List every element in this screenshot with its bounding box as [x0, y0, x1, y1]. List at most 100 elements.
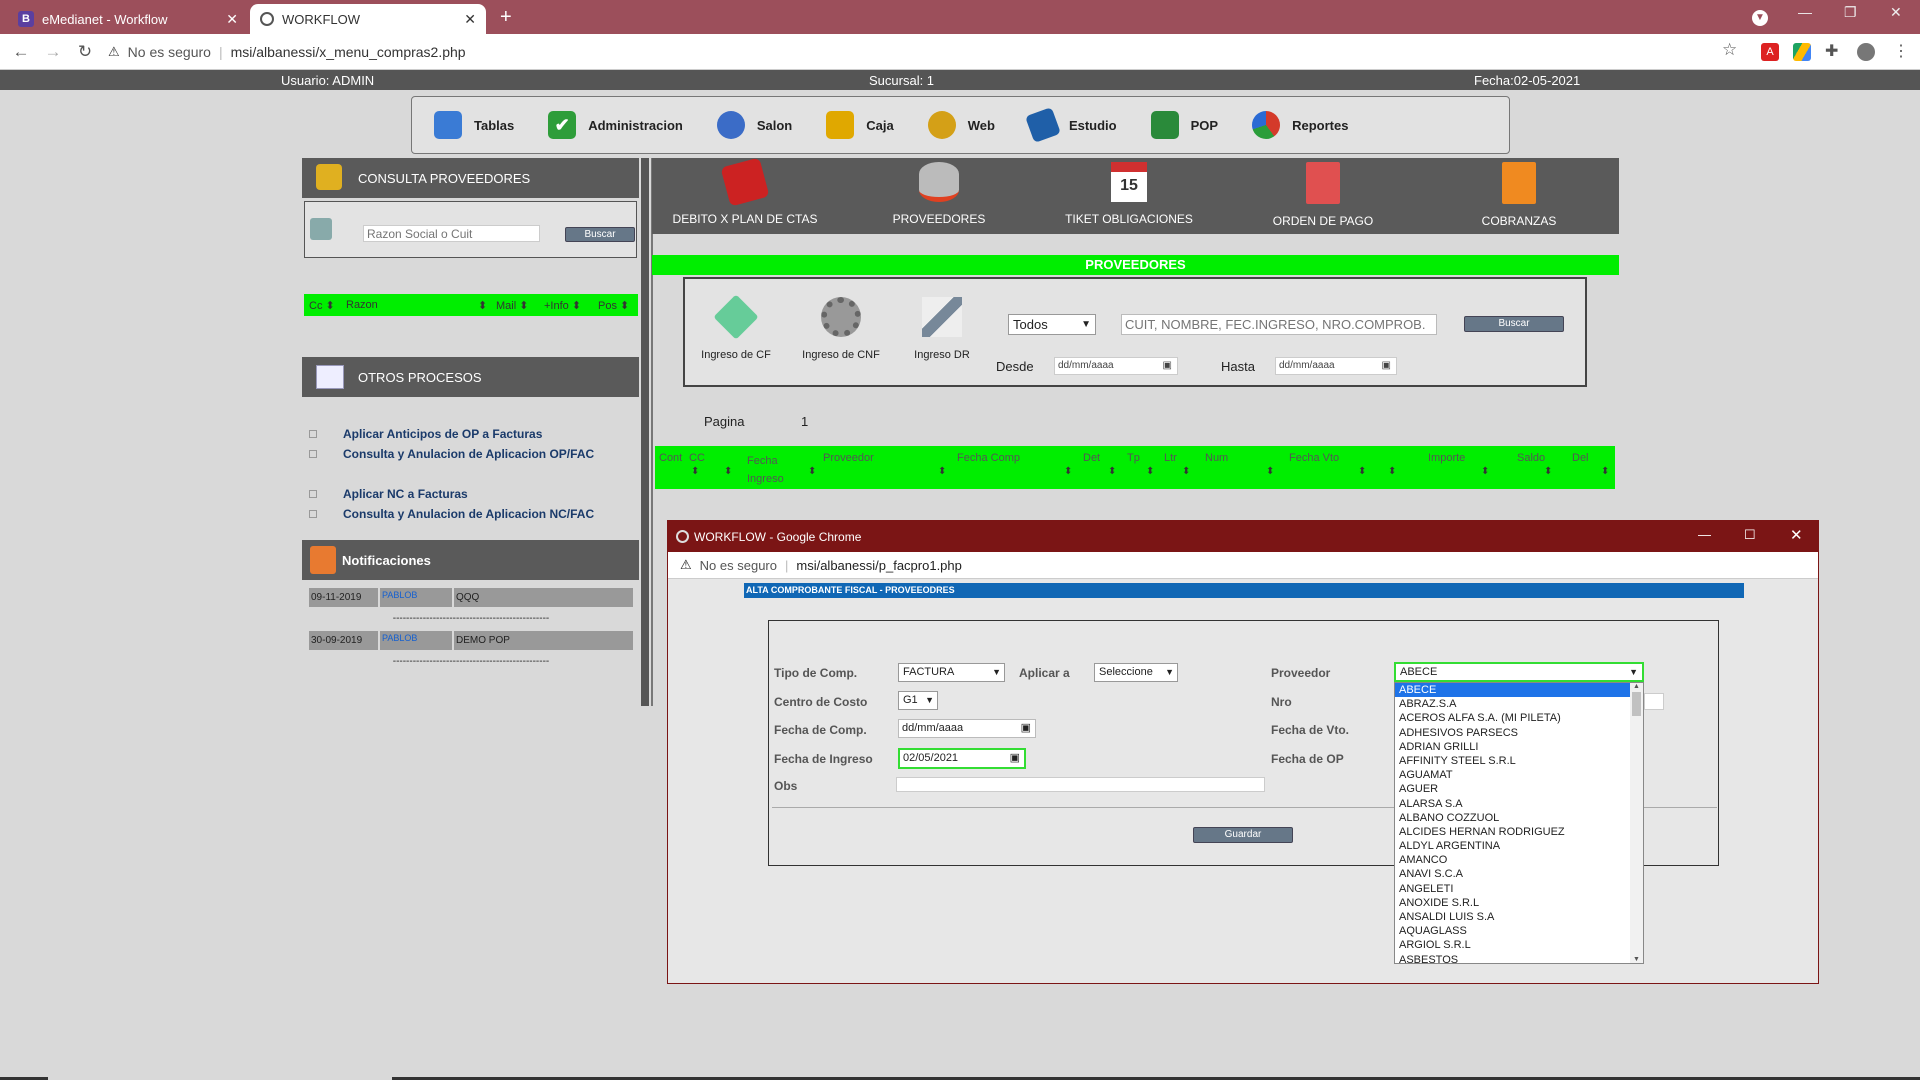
col-razon[interactable]: Razon [346, 299, 378, 311]
nro-input[interactable] [1644, 693, 1664, 710]
col-cc[interactable]: Cc ⬍ [309, 299, 335, 312]
link-consulta-op-fac[interactable]: Consulta y Anulacion de Aplicacion OP/FA… [343, 447, 594, 461]
proveedor-select[interactable]: ABECE ▼ [1394, 662, 1644, 682]
razon-cuit-input[interactable] [363, 225, 540, 242]
minimize-icon[interactable]: — [1798, 4, 1812, 20]
menu-estudio[interactable]: Estudio [1024, 107, 1117, 143]
menu-salon[interactable]: Salon [716, 111, 792, 139]
col-pos[interactable]: Pos ⬍ [598, 299, 629, 312]
proveedor-option[interactable]: ALBANO COZZUOL [1395, 811, 1630, 825]
popup-titlebar[interactable]: WORKFLOW - Google Chrome — ☐ ✕ [668, 521, 1818, 552]
ingreso-cnf-button[interactable]: Ingreso de CNF [797, 297, 885, 361]
col-fecha-comp[interactable]: Fecha Comp [957, 452, 1020, 464]
proveedor-option[interactable]: ALCIDES HERNAN RODRIGUEZ [1395, 825, 1630, 839]
ingreso-cf-button[interactable]: Ingreso de CF [695, 294, 777, 361]
close-tab-icon[interactable]: ✕ [464, 11, 476, 28]
notification-row[interactable]: 09-11-2019 PABLOB QQQ [309, 588, 633, 607]
menu-web[interactable]: Web [927, 111, 995, 139]
filter-type-select[interactable]: Todos ▼ [1008, 314, 1096, 335]
col-tp[interactable]: Tp [1127, 452, 1140, 464]
proveedor-option[interactable]: AQUAGLASS [1395, 924, 1630, 938]
ingreso-dr-button[interactable]: Ingreso DR [901, 297, 983, 361]
close-window-icon[interactable]: ✕ [1790, 526, 1803, 544]
proveedor-option[interactable]: AGUER [1395, 782, 1630, 796]
proveedor-option[interactable]: AMANCO [1395, 853, 1630, 867]
proveedor-option[interactable]: AGUAMAT [1395, 768, 1630, 782]
forward-icon[interactable]: → [42, 42, 64, 62]
col-det[interactable]: Det [1083, 452, 1100, 464]
col-num[interactable]: Num [1205, 452, 1228, 464]
pagina-value[interactable]: 1 [801, 414, 808, 429]
filter-search-input[interactable] [1121, 314, 1437, 335]
proveedor-option[interactable]: ANAVI S.C.A [1395, 867, 1630, 881]
module-tiket[interactable]: 15 TIKET OBLIGACIONES [1054, 162, 1204, 226]
col-cont[interactable]: Cont [659, 452, 682, 464]
fecha-ingreso-input[interactable]: 02/05/2021 ▣ [898, 748, 1026, 769]
aplicar-select[interactable]: Seleccione ▼ [1094, 663, 1178, 682]
proveedor-option[interactable]: ANOXIDE S.R.L [1395, 896, 1630, 910]
profile-avatar-icon[interactable] [1857, 43, 1875, 61]
proveedor-option[interactable]: ALDYL ARGENTINA [1395, 839, 1630, 853]
link-aplicar-nc[interactable]: Aplicar NC a Facturas [343, 487, 468, 501]
proveedor-option[interactable]: ABECE [1395, 683, 1630, 698]
back-icon[interactable]: ← [10, 42, 32, 62]
col-importe[interactable]: Importe [1428, 452, 1465, 464]
proveedor-option[interactable]: AFFINITY STEEL S.R.L [1395, 754, 1630, 768]
col-fecha-vto[interactable]: Fecha Vto [1289, 452, 1339, 464]
col-fecha-ingreso[interactable]: Fecha Ingreso [747, 452, 789, 488]
menu-pop[interactable]: POP [1150, 111, 1218, 139]
col-mail[interactable]: Mail ⬍ [496, 299, 528, 312]
dropdown-scrollbar[interactable]: ▲ ▼ [1630, 683, 1643, 963]
desde-date-input[interactable]: dd/mm/aaaa ▣ [1054, 357, 1178, 375]
col-cc[interactable]: CC [689, 452, 705, 464]
proveedor-option[interactable]: ANSALDI LUIS S.A [1395, 910, 1630, 924]
tab-emedianet[interactable]: B eMedianet - Workflow ✕ [8, 4, 248, 34]
maximize-icon[interactable]: ☐ [1744, 527, 1756, 543]
menu-caja[interactable]: Caja [826, 111, 894, 139]
tab-workflow[interactable]: WORKFLOW ✕ [250, 4, 486, 34]
proveedor-option[interactable]: ADHESIVOS PARSECS [1395, 726, 1630, 740]
sort-icon[interactable]: ⬍ [478, 299, 487, 312]
proveedor-option[interactable]: ANGELETI [1395, 882, 1630, 896]
new-tab-icon[interactable]: + [500, 6, 512, 29]
module-cobranzas[interactable]: COBRANZAS [1444, 162, 1594, 228]
link-aplicar-anticipos[interactable]: Aplicar Anticipos de OP a Facturas [343, 427, 542, 441]
menu-administracion[interactable]: ✔ Administracion [548, 111, 683, 139]
close-tab-icon[interactable]: ✕ [226, 11, 238, 28]
proveedor-option[interactable]: ALARSA S.A [1395, 797, 1630, 811]
omnibox[interactable]: ⚠ No es seguro | msi/albanessi/x_menu_co… [108, 40, 1708, 64]
proveedor-option[interactable]: ADRIAN GRILLI [1395, 740, 1630, 754]
col-proveedor[interactable]: Proveedor [823, 452, 874, 464]
bookmark-star-icon[interactable]: ☆ [1722, 40, 1737, 60]
obs-input[interactable] [896, 777, 1265, 792]
notification-row[interactable]: 30-09-2019 PABLOB DEMO POP [309, 631, 633, 650]
pdf-extension-icon[interactable]: A [1761, 43, 1779, 61]
tipo-comp-select[interactable]: FACTURA ▼ [898, 663, 1005, 682]
module-orden-pago[interactable]: ORDEN DE PAGO [1248, 162, 1398, 228]
close-window-icon[interactable]: ✕ [1890, 4, 1902, 21]
menu-reportes[interactable]: Reportes [1252, 111, 1348, 139]
guardar-button[interactable]: Guardar [1193, 827, 1293, 843]
proveedor-option[interactable]: ACEROS ALFA S.A. (MI PILETA) [1395, 711, 1630, 725]
filter-search-button[interactable]: Buscar [1464, 316, 1564, 332]
restore-icon[interactable]: ❐ [1844, 4, 1857, 21]
col-del[interactable]: Del [1572, 452, 1589, 464]
extensions-puzzle-icon[interactable]: ✚ [1825, 41, 1838, 61]
chrome-menu-icon[interactable]: ⋮ [1893, 41, 1909, 61]
link-consulta-nc-fac[interactable]: Consulta y Anulacion de Aplicacion NC/FA… [343, 507, 594, 521]
fecha-comp-input[interactable]: dd/mm/aaaa ▣ [898, 719, 1036, 738]
drive-extension-icon[interactable] [1793, 43, 1811, 61]
menu-tablas[interactable]: Tablas [434, 111, 514, 139]
proveedor-option[interactable]: ASBESTOS [1395, 953, 1630, 963]
module-proveedores[interactable]: PROVEEDORES [864, 162, 1014, 226]
proveedor-option[interactable]: ARGIOL S.R.L [1395, 938, 1630, 952]
col-info[interactable]: +Info ⬍ [544, 299, 581, 312]
popup-address-bar[interactable]: ⚠ No es seguro | msi/albanessi/p_facpro1… [668, 552, 1818, 579]
module-debito[interactable]: DEBITO X PLAN DE CTAS [670, 157, 820, 226]
col-saldo[interactable]: Saldo [1517, 452, 1545, 464]
col-ltr[interactable]: Ltr [1164, 452, 1177, 464]
proveedor-option[interactable]: ABRAZ.S.A [1395, 697, 1630, 711]
proveedor-dropdown-list[interactable]: ABECE ABRAZ.S.A ACEROS ALFA S.A. (MI PILET… [1394, 682, 1644, 964]
minimize-icon[interactable]: — [1698, 527, 1711, 542]
sidebar-scrollbar[interactable] [641, 158, 649, 706]
